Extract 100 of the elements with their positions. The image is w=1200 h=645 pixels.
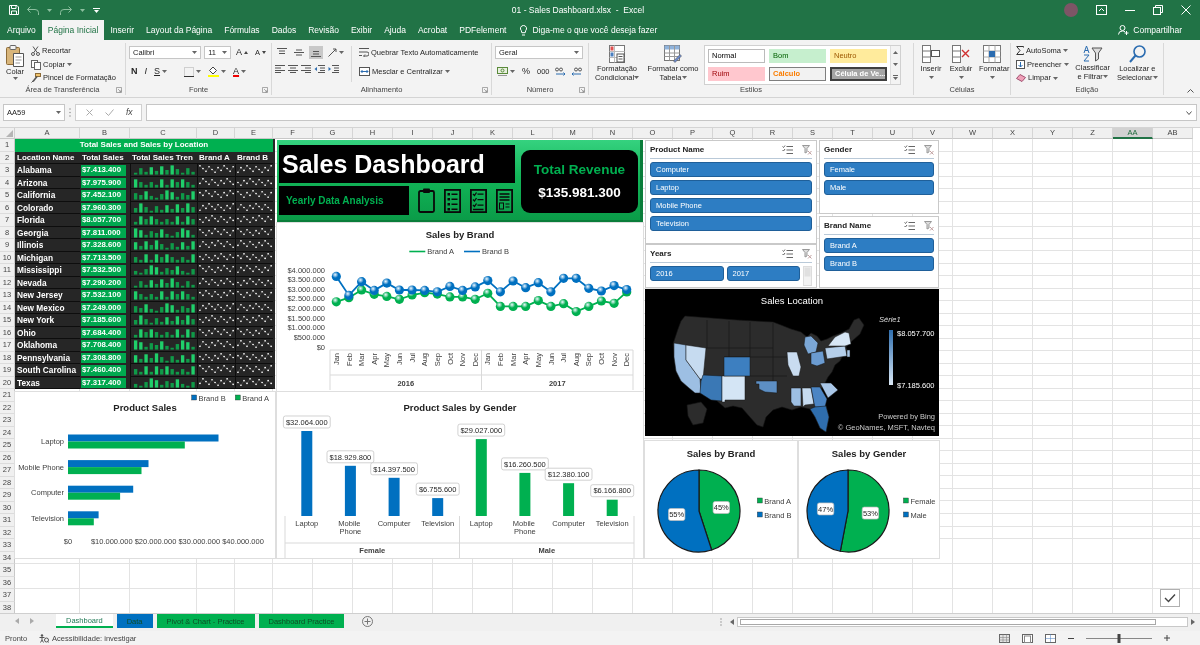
ribbon-tab[interactable]: Revisão bbox=[302, 20, 345, 40]
data-point bbox=[584, 283, 594, 293]
caret-icon bbox=[221, 51, 227, 54]
ribbon-tab[interactable]: Inserir bbox=[104, 20, 140, 40]
column-heading: Brand B bbox=[235, 151, 273, 164]
scrollbar-icon[interactable] bbox=[803, 266, 812, 286]
align-bottom-button[interactable] bbox=[309, 46, 323, 59]
data-point bbox=[382, 291, 392, 301]
clear-filter-icon[interactable] bbox=[924, 144, 934, 155]
data-point bbox=[521, 301, 531, 311]
customize-icon[interactable] bbox=[93, 7, 100, 13]
page-layout-icon[interactable] bbox=[1022, 633, 1033, 643]
caret-icon bbox=[192, 51, 198, 54]
column-sparkline bbox=[130, 351, 197, 364]
bold-button[interactable]: N bbox=[129, 65, 140, 78]
copy-icon bbox=[31, 59, 41, 70]
align-left-icon[interactable] bbox=[275, 65, 285, 73]
data-point bbox=[533, 278, 543, 288]
ribbon-tab[interactable]: Acrobat bbox=[411, 20, 454, 40]
save-icon[interactable] bbox=[9, 5, 19, 15]
ribbon-tab[interactable]: Dados bbox=[265, 20, 303, 40]
borders-button[interactable] bbox=[182, 65, 204, 78]
ribbon-tab[interactable]: Fórmulas bbox=[218, 20, 266, 40]
ribbon-tab[interactable]: Exibir bbox=[344, 20, 379, 40]
clear-filter-icon[interactable] bbox=[802, 248, 812, 259]
ribbon-tab[interactable]: Arquivo bbox=[1, 20, 42, 40]
redo-icon[interactable] bbox=[60, 5, 72, 15]
orientation-button[interactable] bbox=[326, 46, 346, 59]
multi-select-icon[interactable] bbox=[904, 145, 915, 154]
undo-icon[interactable] bbox=[27, 5, 39, 15]
multi-select-icon[interactable] bbox=[782, 145, 793, 154]
column-sparkline bbox=[130, 201, 197, 214]
scroll-right-icon[interactable] bbox=[1191, 619, 1195, 625]
collapse-ribbon-icon[interactable] bbox=[1187, 89, 1194, 93]
ribbon-tab[interactable]: Página Inicial bbox=[41, 20, 105, 40]
table-cell: Nevada bbox=[15, 276, 80, 289]
increase-indent-icon[interactable] bbox=[328, 65, 339, 73]
tell-me-field[interactable]: Diga-me o que você deseja fazer bbox=[532, 24, 671, 36]
line-sparkline bbox=[197, 176, 235, 189]
data-point bbox=[445, 292, 455, 302]
table-cell: California bbox=[15, 189, 80, 202]
check-icon[interactable] bbox=[1160, 589, 1180, 607]
align-center-icon[interactable] bbox=[288, 65, 298, 73]
gallery-more-icon[interactable] bbox=[893, 74, 898, 80]
grow-font-button[interactable]: A bbox=[233, 46, 250, 59]
column-sparkline bbox=[130, 214, 197, 227]
scroll-thumb[interactable] bbox=[740, 619, 1156, 625]
caret-icon bbox=[1063, 49, 1069, 53]
table-cell: Texas bbox=[15, 376, 80, 389]
table-format-icon bbox=[664, 45, 682, 63]
table-cell: Oklahoma bbox=[15, 339, 80, 352]
scroll-left-icon[interactable] bbox=[730, 619, 734, 625]
italic-button[interactable]: I bbox=[142, 65, 149, 78]
table-cell: Florida bbox=[15, 214, 80, 227]
add-sheet-icon[interactable] bbox=[362, 616, 374, 627]
caret-icon bbox=[196, 70, 202, 73]
normal-view-icon[interactable] bbox=[999, 633, 1010, 643]
decrease-indent-icon[interactable] bbox=[314, 65, 325, 73]
font-color-button[interactable]: A bbox=[231, 65, 249, 78]
currency-button[interactable] bbox=[495, 65, 517, 78]
down-caret-icon bbox=[262, 51, 266, 54]
ribbon-tab[interactable]: Ajuda bbox=[378, 20, 412, 40]
restore-icon[interactable] bbox=[1153, 5, 1163, 15]
clear-filter-icon[interactable] bbox=[924, 220, 934, 231]
multi-select-icon[interactable] bbox=[904, 221, 915, 230]
clear-filter-icon[interactable] bbox=[802, 144, 812, 155]
line-sparkline bbox=[197, 326, 235, 339]
line-sparkline bbox=[197, 289, 235, 302]
revenue-label: Total Revenue bbox=[533, 162, 626, 179]
formula-input[interactable] bbox=[145, 104, 1197, 121]
multi-select-icon[interactable] bbox=[782, 249, 793, 258]
fill-color-button[interactable] bbox=[206, 65, 229, 78]
horizontal-scrollbar[interactable] bbox=[737, 617, 1188, 627]
scroll-down-icon[interactable] bbox=[893, 62, 898, 66]
column-sparkline bbox=[130, 289, 197, 302]
decrease-decimal-icon[interactable] bbox=[569, 67, 582, 76]
column-sparkline bbox=[130, 376, 197, 389]
table-title: Total Sales and Sales by Location bbox=[15, 139, 273, 152]
data-point bbox=[331, 297, 341, 307]
align-right-icon[interactable] bbox=[301, 65, 311, 73]
zoom-thumb[interactable] bbox=[1117, 633, 1121, 643]
line-sparkline bbox=[235, 201, 273, 214]
scroll-up-icon[interactable] bbox=[893, 50, 898, 54]
format-cells-icon bbox=[983, 45, 1001, 63]
minimize-icon[interactable] bbox=[1125, 9, 1135, 11]
expand-icon[interactable] bbox=[1186, 110, 1192, 115]
zoom-in-icon[interactable] bbox=[1164, 635, 1170, 641]
underline-button[interactable]: S bbox=[152, 65, 170, 78]
page-break-icon[interactable] bbox=[1045, 633, 1056, 643]
slicer-title: Gender bbox=[824, 144, 852, 155]
share-button[interactable]: Compartilhar bbox=[1112, 20, 1188, 40]
ribbon-tab[interactable]: PDFelement bbox=[453, 20, 513, 40]
increase-decimal-icon[interactable] bbox=[554, 67, 567, 76]
insert-function-button[interactable]: fx bbox=[126, 107, 133, 118]
ribbon-options-icon[interactable] bbox=[1096, 5, 1107, 15]
percent-button[interactable]: % bbox=[520, 65, 532, 78]
align-middle-button[interactable] bbox=[292, 46, 306, 59]
line-sparkline bbox=[197, 226, 235, 239]
ribbon-tab[interactable]: Layout da Página bbox=[140, 20, 219, 40]
close-icon[interactable] bbox=[1181, 5, 1191, 15]
